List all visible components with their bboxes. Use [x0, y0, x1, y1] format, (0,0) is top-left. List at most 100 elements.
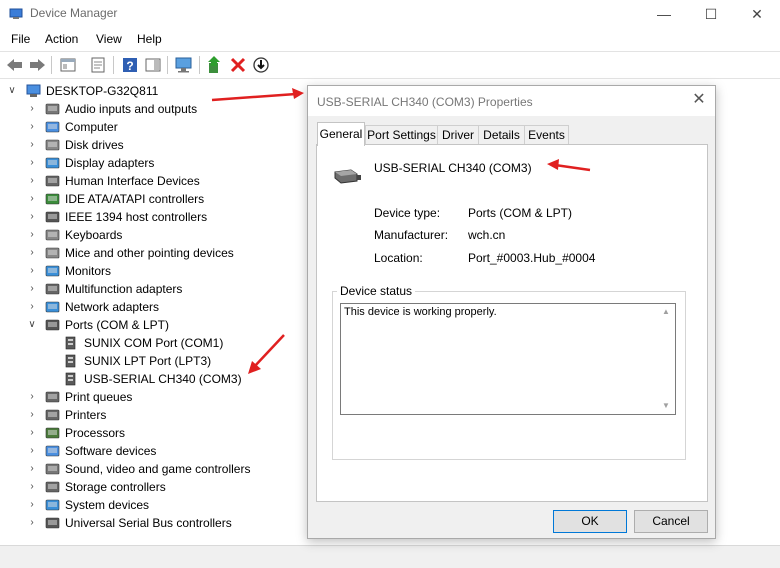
tree-item-label: Storage controllers	[65, 480, 166, 494]
update-driver-icon[interactable]	[205, 55, 225, 75]
chevron-right-icon[interactable]: ›	[27, 442, 37, 460]
tab-driver[interactable]: Driver	[437, 125, 479, 145]
scroll-up-icon[interactable]: ▲	[662, 307, 670, 316]
tree-item-label: Software devices	[65, 444, 157, 458]
storage-icon	[45, 481, 60, 493]
chevron-right-icon[interactable]: ›	[27, 208, 37, 226]
ok-button[interactable]: OK	[553, 510, 627, 533]
speaker-icon	[45, 103, 60, 115]
chevron-right-icon[interactable]: ›	[27, 424, 37, 442]
tree-item-label: Keyboards	[65, 228, 123, 242]
chevron-right-icon[interactable]: ›	[27, 460, 37, 478]
multifunction-icon	[45, 283, 60, 295]
port-device-icon	[65, 336, 76, 350]
chevron-right-icon[interactable]: ›	[27, 190, 37, 208]
tree-item-label: Human Interface Devices	[65, 174, 200, 188]
back-arrow-icon[interactable]	[5, 55, 25, 75]
tree-item-label: Disk drives	[65, 138, 124, 152]
tree-item-label: Display adapters	[65, 156, 155, 170]
status-scrollbar[interactable]: ▲ ▼	[659, 305, 674, 413]
chevron-right-icon[interactable]: ›	[27, 496, 37, 514]
chevron-right-icon[interactable]: ›	[27, 262, 37, 280]
help-icon[interactable]: ?	[120, 55, 140, 75]
sound-icon	[45, 463, 60, 475]
device-status-label: Device status	[337, 284, 416, 298]
device-type-value: Ports (COM & LPT)	[468, 206, 573, 220]
tree-item-label: System devices	[65, 498, 150, 512]
tree-item-label: Mice and other pointing devices	[65, 246, 234, 260]
tab-details[interactable]: Details	[478, 125, 525, 145]
dialog-title-bar: USB-SERIAL CH340 (COM3) Properties ✕	[308, 86, 715, 116]
menu-bar: File Action View Help	[0, 30, 780, 50]
chevron-right-icon[interactable]: ›	[27, 244, 37, 262]
tree-subitem-label: SUNIX COM Port (COM1)	[84, 336, 224, 350]
dialog-title: USB-SERIAL CH340 (COM3) Properties	[317, 95, 533, 109]
chevron-right-icon[interactable]: ›	[27, 172, 37, 190]
title-bar: Device Manager — ☐ ✕	[0, 0, 780, 28]
chevron-right-icon[interactable]: ›	[27, 478, 37, 496]
chevron-right-icon[interactable]: ›	[27, 280, 37, 298]
tab-general[interactable]: General	[317, 122, 365, 146]
device-manager-icon	[9, 8, 23, 19]
menu-view[interactable]: View	[96, 32, 122, 46]
chevron-right-icon[interactable]: ›	[27, 226, 37, 244]
port-device-icon	[65, 354, 76, 368]
usb-icon	[45, 517, 60, 529]
tree-item-label: Universal Serial Bus controllers	[65, 516, 232, 530]
computer-icon	[26, 84, 41, 97]
tree-item-label: Processors	[65, 426, 126, 440]
tree-item-label: IEEE 1394 host controllers	[65, 210, 208, 224]
properties-icon[interactable]	[88, 55, 108, 75]
chevron-right-icon[interactable]: ›	[27, 406, 37, 424]
chevron-down-icon[interactable]: ∨	[27, 316, 37, 334]
port-device-icon	[65, 372, 76, 386]
maximize-button[interactable]: ☐	[688, 0, 734, 28]
ide-icon	[45, 193, 60, 205]
toolbar-separator	[113, 56, 114, 74]
chevron-right-icon[interactable]: ›	[27, 388, 37, 406]
chevron-right-icon[interactable]: ›	[27, 298, 37, 316]
scroll-down-icon[interactable]: ▼	[662, 401, 670, 410]
device-status-textbox[interactable]: This device is working properly. ▲ ▼	[340, 303, 676, 415]
window-title: Device Manager	[30, 6, 118, 20]
chevron-right-icon[interactable]: ›	[27, 154, 37, 172]
tree-item-label: Network adapters	[65, 300, 160, 314]
scan-hardware-icon[interactable]	[174, 55, 194, 75]
menu-action[interactable]: Action	[45, 32, 78, 46]
toolbar: ?	[0, 51, 780, 79]
chevron-right-icon[interactable]: ›	[27, 118, 37, 136]
port-device-icon	[334, 169, 361, 184]
device-tree: ∨ DESKTOP-G32Q811 › Audio inputs and outp…	[0, 78, 300, 548]
enable-device-icon[interactable]	[251, 55, 271, 75]
forward-arrow-icon[interactable]	[27, 55, 47, 75]
status-bar	[0, 545, 780, 568]
menu-file[interactable]: File	[11, 32, 30, 46]
system-device-icon	[45, 499, 60, 511]
chevron-down-icon[interactable]: ∨	[7, 82, 17, 100]
svg-text:?: ?	[126, 59, 133, 73]
dialog-close-button[interactable]: ✕	[688, 90, 710, 110]
uninstall-device-icon[interactable]	[228, 55, 248, 75]
location-value: Port_#0003.Hub_#0004	[468, 251, 596, 265]
chevron-right-icon[interactable]: ›	[27, 136, 37, 154]
chevron-right-icon[interactable]: ›	[27, 514, 37, 532]
software-device-icon	[45, 445, 60, 457]
annotation-arrow-icon	[211, 88, 304, 102]
minimize-button[interactable]: —	[641, 0, 687, 28]
manufacturer-label: Manufacturer:	[374, 228, 449, 242]
annotation-arrow-icon	[547, 159, 591, 172]
close-window-button[interactable]: ✕	[734, 0, 780, 28]
menu-help[interactable]: Help	[137, 32, 162, 46]
tab-port-settings[interactable]: Port Settings	[365, 125, 438, 145]
location-label: Location:	[374, 251, 423, 265]
tab-events[interactable]: Events	[524, 125, 569, 145]
network-icon	[45, 301, 60, 313]
action-pane-icon[interactable]	[143, 55, 163, 75]
cancel-button[interactable]: Cancel	[634, 510, 708, 533]
hid-icon	[45, 175, 60, 187]
chevron-right-icon[interactable]: ›	[27, 100, 37, 118]
tree-item-label: Printers	[65, 408, 107, 422]
show-hide-tree-icon[interactable]	[58, 55, 78, 75]
port-icon	[45, 319, 60, 331]
ieee1394-icon	[45, 211, 60, 223]
